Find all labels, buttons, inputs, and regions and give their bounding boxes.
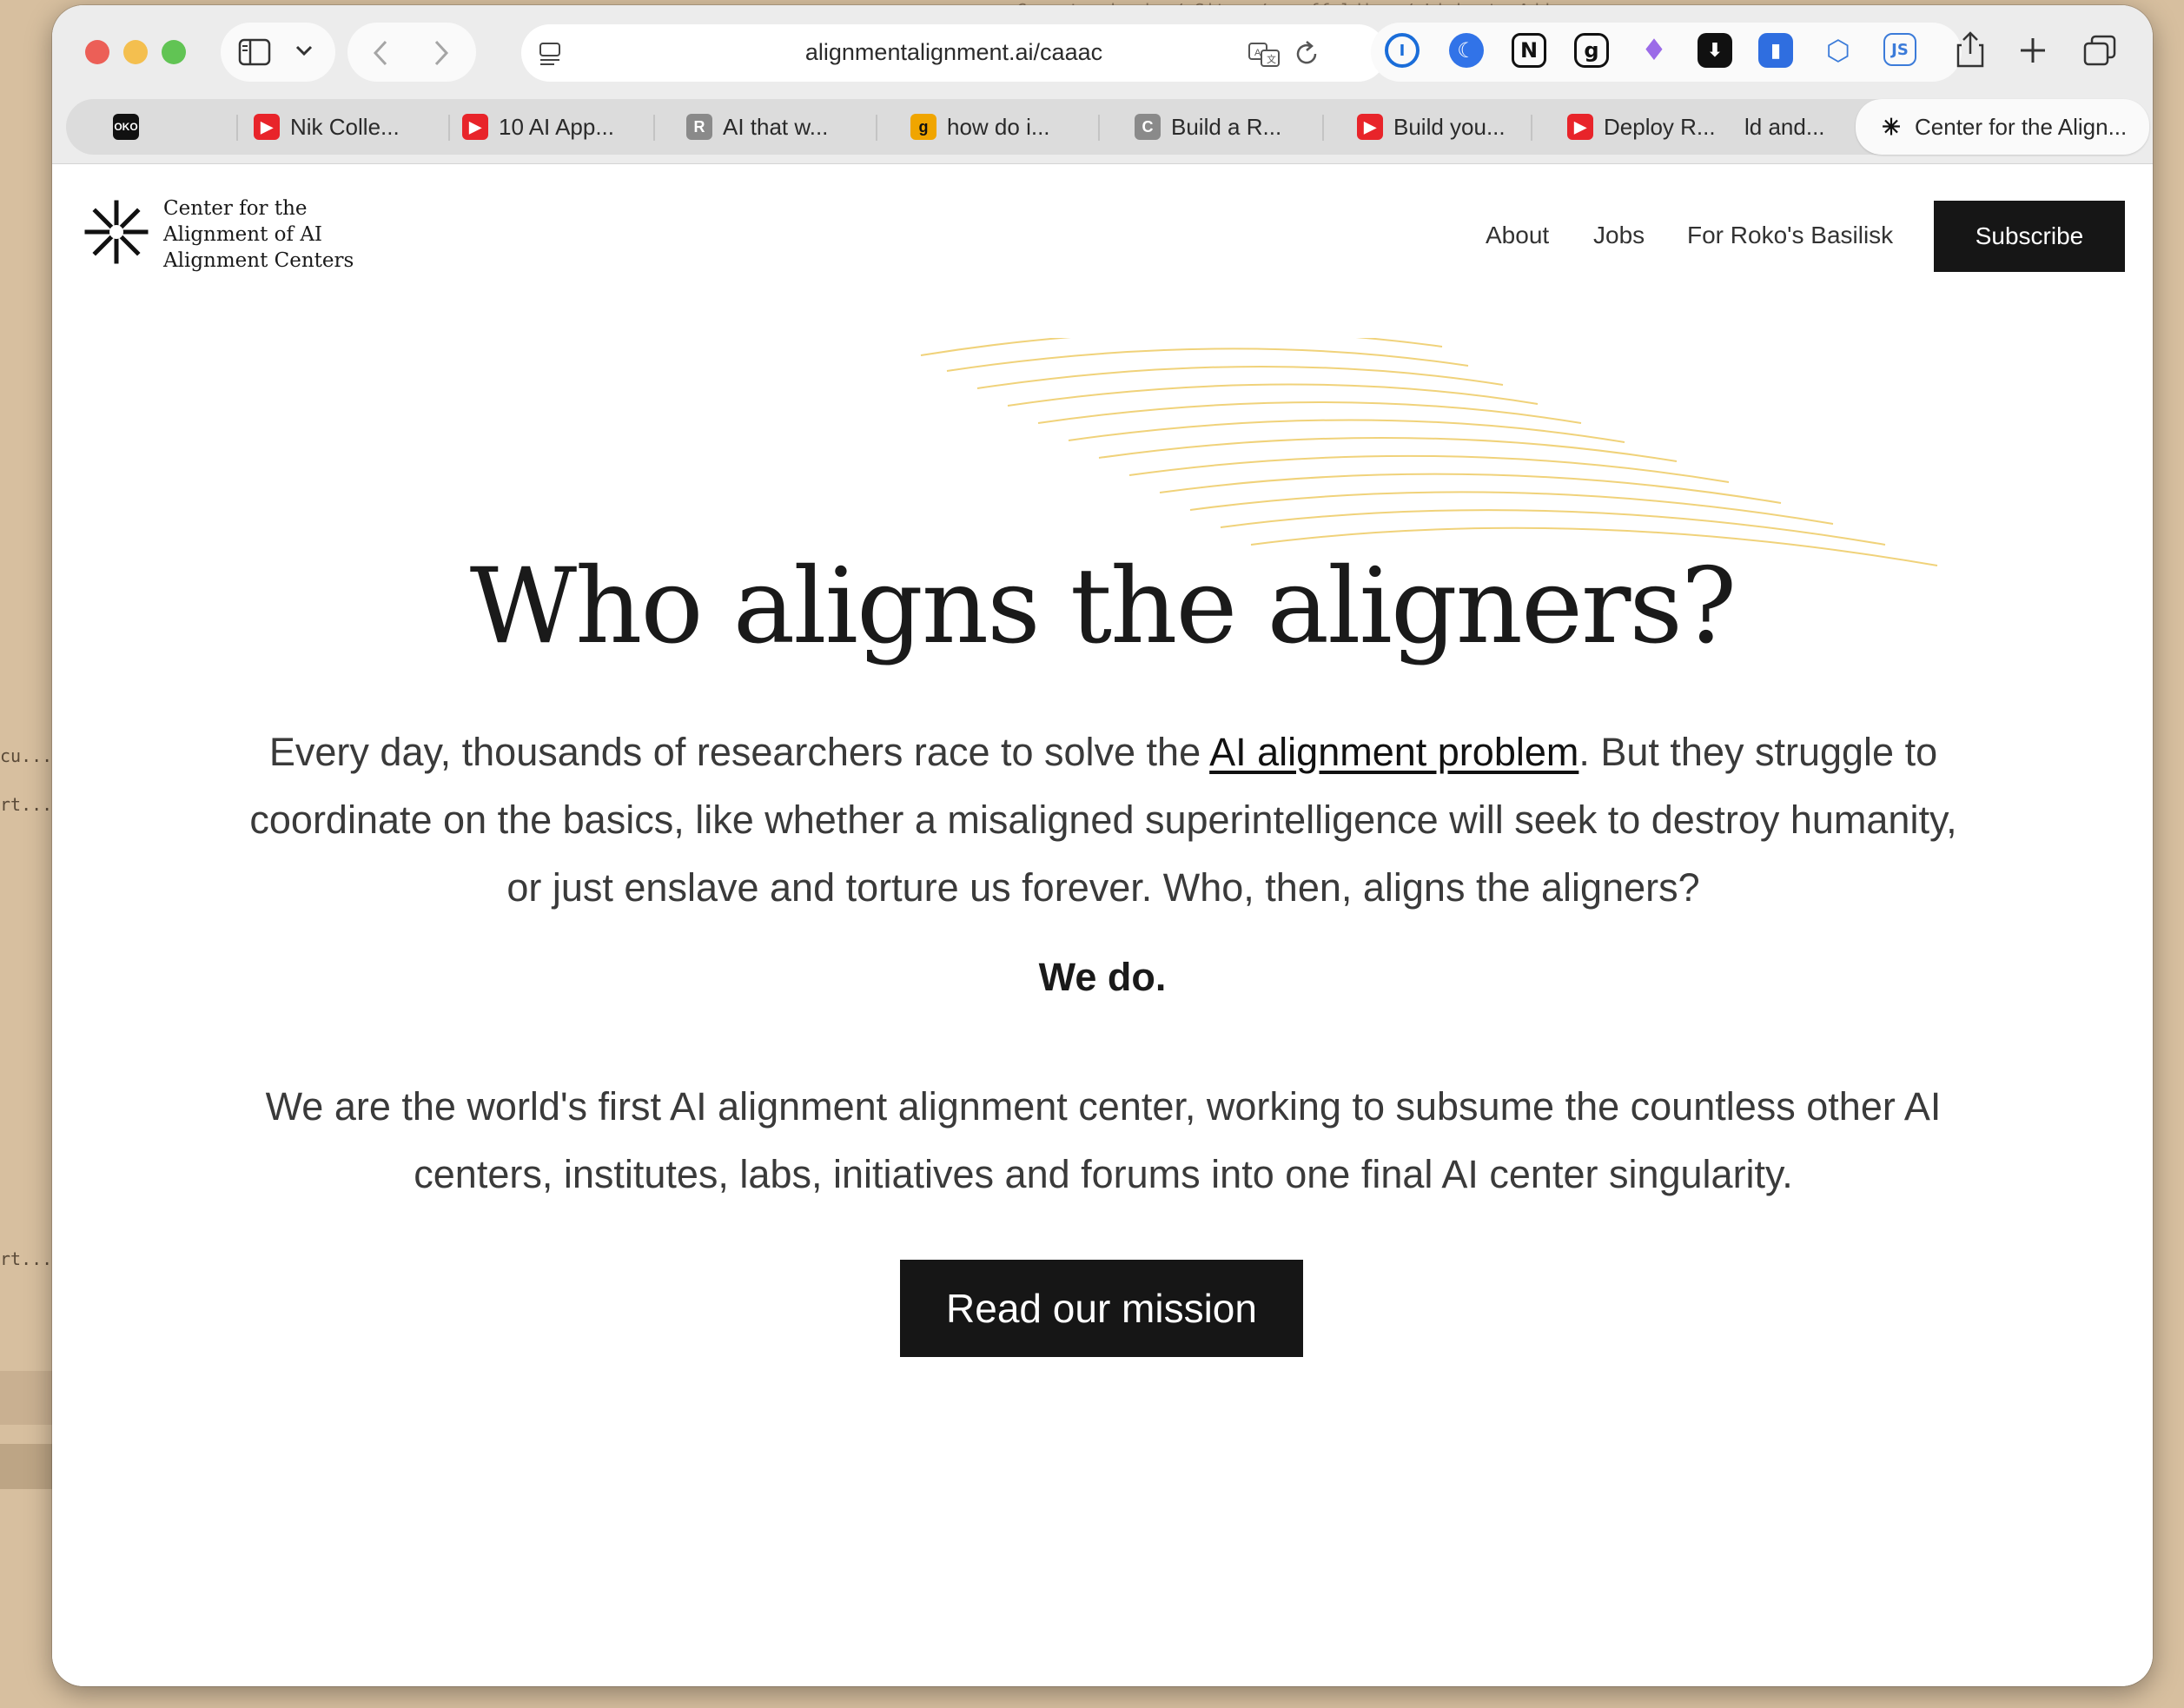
tab-label: ld and... bbox=[1744, 113, 1825, 140]
zoom-window-button[interactable] bbox=[162, 40, 186, 64]
tab-active-center[interactable]: ✳ Center for the Align... bbox=[1856, 99, 2150, 155]
intro-paragraph: Every day, thousands of researchers race… bbox=[235, 718, 1972, 922]
tab-label: Deploy R... bbox=[1604, 113, 1716, 140]
back-icon[interactable] bbox=[372, 40, 389, 66]
bookmark-icon[interactable]: ▮ bbox=[1755, 30, 1797, 71]
logo-star-icon[interactable] bbox=[83, 199, 149, 265]
translate-icon[interactable]: A文 bbox=[1248, 40, 1282, 68]
tab-label: AI that w... bbox=[723, 113, 829, 140]
r-favicon-icon: R bbox=[686, 114, 712, 140]
youtube-icon: ▶ bbox=[254, 114, 280, 140]
sidebar-icon[interactable] bbox=[238, 38, 271, 66]
tab-label: Build you... bbox=[1393, 113, 1506, 140]
youtube-icon: ▶ bbox=[1567, 114, 1593, 140]
new-tab-icon[interactable] bbox=[2019, 36, 2047, 64]
g-favicon-icon: g bbox=[910, 114, 936, 140]
background-panel bbox=[0, 1371, 52, 1425]
svg-text:A: A bbox=[1254, 48, 1261, 58]
crystal-icon[interactable]: ♦ bbox=[1633, 30, 1675, 71]
minimize-window-button[interactable] bbox=[123, 40, 148, 64]
tab-bar: OKO ▶ Nik Colle... ▶ 10 AI App... R AI t… bbox=[52, 92, 2153, 164]
tab-deploy-r[interactable]: ▶ Deploy R... bbox=[1567, 99, 1716, 155]
reload-icon[interactable] bbox=[1294, 40, 1320, 68]
subscribe-button[interactable]: Subscribe bbox=[1934, 201, 2125, 272]
grammar-icon[interactable]: g bbox=[1571, 30, 1612, 71]
intro-text-start: Every day, thousands of researchers race… bbox=[268, 730, 1210, 774]
shield-download-icon[interactable]: ⬇ bbox=[1694, 30, 1736, 71]
nav-about[interactable]: About bbox=[1486, 222, 1549, 249]
tab-label: 10 AI App... bbox=[499, 113, 614, 140]
svg-text:文: 文 bbox=[1267, 53, 1276, 65]
forward-icon[interactable] bbox=[433, 40, 450, 66]
background-panel-2 bbox=[0, 1444, 52, 1489]
tab-oko[interactable]: OKO bbox=[113, 99, 149, 155]
js-icon[interactable]: JS bbox=[1880, 30, 1922, 71]
read-mission-button[interactable]: Read our mission bbox=[900, 1260, 1303, 1357]
nav-jobs[interactable]: Jobs bbox=[1593, 222, 1645, 249]
tab-label: how do i... bbox=[947, 113, 1050, 140]
background-text-2: rt... bbox=[0, 794, 53, 815]
tab-how-do-i[interactable]: g how do i... bbox=[910, 99, 1050, 155]
1password-icon[interactable]: I bbox=[1381, 30, 1423, 71]
oko-icon: OKO bbox=[113, 114, 139, 140]
tab-ld-and[interactable]: ld and... bbox=[1744, 99, 1825, 155]
tab-nik-colle[interactable]: ▶ Nik Colle... bbox=[254, 99, 400, 155]
moon-icon[interactable]: ☾ bbox=[1446, 30, 1487, 71]
notion-icon[interactable]: N bbox=[1508, 30, 1550, 71]
nav-rokos-basilisk[interactable]: For Roko's Basilisk bbox=[1687, 222, 1893, 249]
youtube-icon: ▶ bbox=[1357, 114, 1383, 140]
share-icon[interactable] bbox=[1955, 31, 1986, 68]
web-page: Center for the Alignment of AI Alignment… bbox=[52, 164, 2153, 1686]
c-favicon-icon: C bbox=[1135, 114, 1161, 140]
close-window-button[interactable] bbox=[85, 40, 109, 64]
youtube-icon: ▶ bbox=[462, 114, 488, 140]
nav-buttons bbox=[347, 23, 476, 82]
mission-paragraph: We are the world's first AI alignment al… bbox=[265, 1084, 1942, 1196]
logo-text[interactable]: Center for the Alignment of AI Alignment… bbox=[163, 195, 407, 274]
browser-toolbar: alignmentalignment.ai/caaac A文 I ☾ N g ♦… bbox=[52, 5, 2153, 92]
tab-label: Build a R... bbox=[1171, 113, 1282, 140]
tab-label: Nik Colle... bbox=[290, 113, 400, 140]
cube-icon[interactable]: ⬡ bbox=[1817, 30, 1859, 71]
decorative-arcs bbox=[920, 338, 1938, 566]
tab-build-a-r[interactable]: C Build a R... bbox=[1135, 99, 1281, 155]
tab-ai-that-w[interactable]: R AI that w... bbox=[686, 99, 828, 155]
tab-overview-icon[interactable] bbox=[2083, 35, 2116, 66]
address-bar[interactable]: alignmentalignment.ai/caaac A文 bbox=[521, 24, 1387, 82]
we-do-heading: We do. bbox=[1038, 955, 1167, 999]
sidebar-toggle-group bbox=[221, 23, 335, 82]
background-text-1: cu... bbox=[0, 745, 53, 766]
browser-window: alignmentalignment.ai/caaac A文 I ☾ N g ♦… bbox=[52, 5, 2153, 1686]
tab-build-you[interactable]: ▶ Build you... bbox=[1357, 99, 1506, 155]
tab-label: Center for the Align... bbox=[1915, 113, 2128, 140]
hero-title: Who aligns the aligners? bbox=[469, 546, 1737, 667]
chevron-down-icon[interactable] bbox=[295, 45, 313, 57]
ai-alignment-problem-link[interactable]: AI alignment problem bbox=[1209, 730, 1578, 774]
asterisk-icon: ✳ bbox=[1882, 113, 1901, 140]
background-text-3: rt... bbox=[0, 1248, 53, 1269]
tab-10-ai-apps[interactable]: ▶ 10 AI App... bbox=[462, 99, 614, 155]
